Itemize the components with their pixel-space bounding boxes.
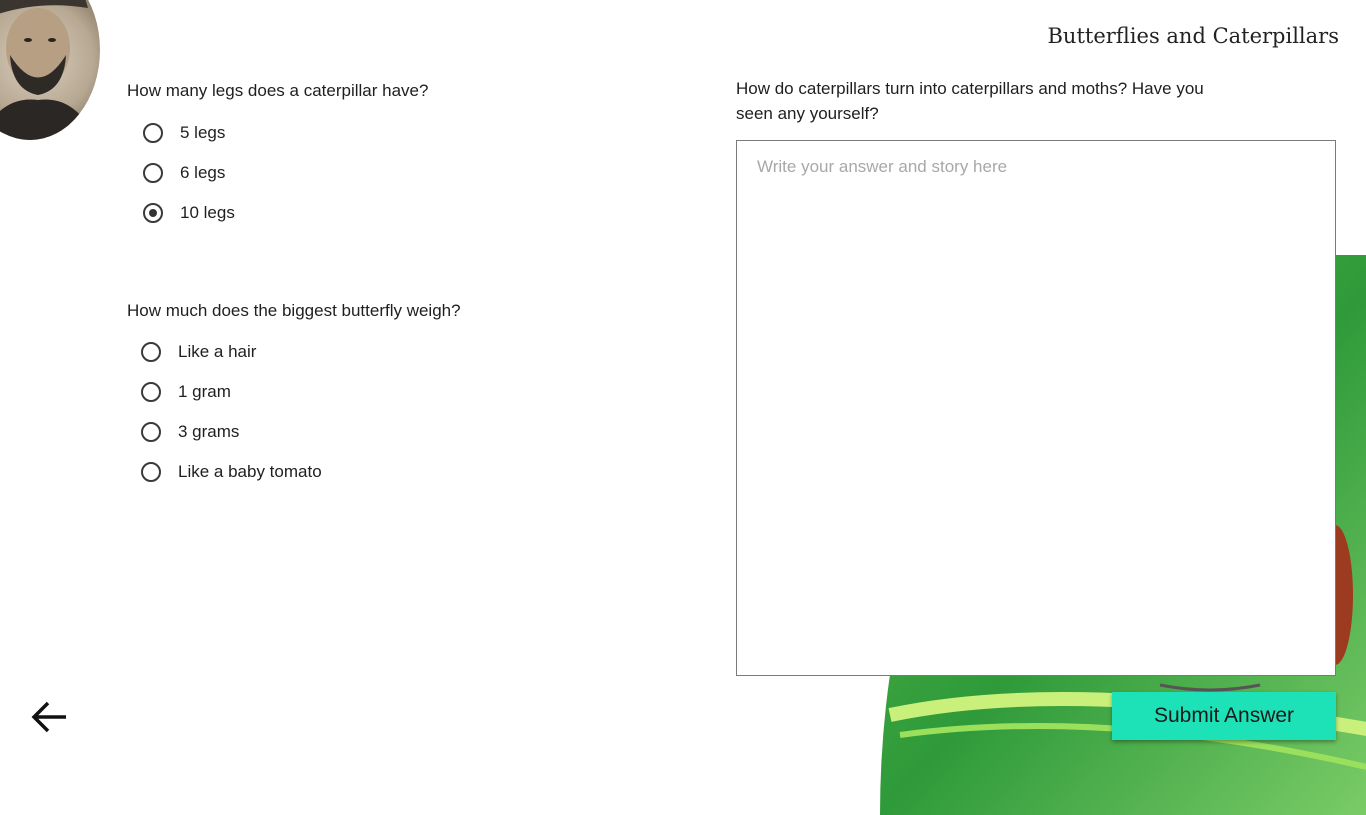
q2-option-baby-tomato[interactable]: Like a baby tomato xyxy=(141,462,322,482)
radio-button[interactable] xyxy=(143,123,163,143)
answer-textarea-container xyxy=(736,140,1336,676)
question-3-prompt-line-2: seen any yourself? xyxy=(736,104,879,123)
radio-button-checked[interactable] xyxy=(143,203,163,223)
question-2-prompt: How much does the biggest butterfly weig… xyxy=(127,301,461,320)
radio-button[interactable] xyxy=(141,342,161,362)
option-label: 1 gram xyxy=(178,382,231,401)
radio-button[interactable] xyxy=(143,163,163,183)
question-3-prompt: How do caterpillars turn into caterpilla… xyxy=(736,76,1204,126)
submit-answer-button[interactable]: Submit Answer xyxy=(1112,692,1336,740)
radio-button[interactable] xyxy=(141,382,161,402)
radio-button[interactable] xyxy=(141,422,161,442)
q1-option-5-legs[interactable]: 5 legs xyxy=(143,123,225,143)
question-1-prompt: How many legs does a caterpillar have? xyxy=(127,81,429,100)
option-label: 3 grams xyxy=(178,422,240,441)
q1-option-6-legs[interactable]: 6 legs xyxy=(143,163,225,183)
answer-textarea[interactable] xyxy=(737,141,1335,675)
q2-option-1-gram[interactable]: 1 gram xyxy=(141,382,231,402)
question-3-prompt-line-1: How do caterpillars turn into caterpilla… xyxy=(736,79,1204,98)
option-label: 5 legs xyxy=(180,123,226,142)
option-label: 10 legs xyxy=(180,203,235,222)
q2-option-like-a-hair[interactable]: Like a hair xyxy=(141,342,256,362)
avatar xyxy=(0,0,100,140)
option-label: Like a baby tomato xyxy=(178,462,322,481)
back-button[interactable] xyxy=(30,698,70,736)
q1-option-10-legs[interactable]: 10 legs xyxy=(143,203,235,223)
radio-button[interactable] xyxy=(141,462,161,482)
q2-option-3-grams[interactable]: 3 grams xyxy=(141,422,239,442)
arrow-left-icon xyxy=(31,701,66,733)
option-label: Like a hair xyxy=(178,342,257,361)
page-title: Butterflies and Caterpillars xyxy=(1047,24,1340,48)
option-label: 6 legs xyxy=(180,163,226,182)
